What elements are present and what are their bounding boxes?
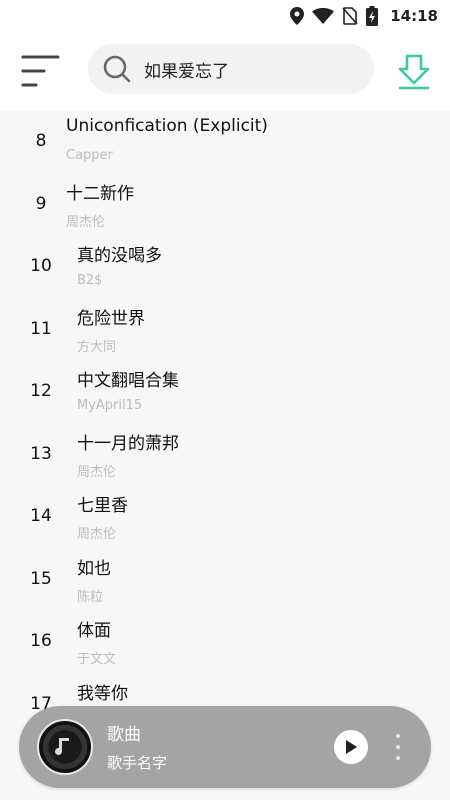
song-title: 七里香	[77, 496, 128, 516]
song-title: 真的没喝多	[77, 246, 162, 266]
song-row[interactable]: 9 十二新作 周杰伦	[0, 173, 450, 236]
header: 如果爱忘了	[0, 32, 450, 110]
player-artist: 歌手名字	[107, 754, 168, 772]
song-index: 9	[35, 193, 47, 214]
song-artist: Capper	[66, 148, 113, 163]
download-button[interactable]	[394, 52, 434, 92]
song-index: 15	[30, 568, 52, 589]
song-row[interactable]: 16 体面 于文文	[0, 610, 450, 673]
song-title: 危险世界	[77, 308, 145, 329]
no-sim-icon	[342, 7, 358, 25]
location-icon	[290, 7, 305, 25]
song-row[interactable]: 14 七里香 周杰伦	[0, 485, 450, 548]
song-index: 10	[30, 256, 52, 276]
song-row[interactable]: 12 中文翻唱合集 MyApril15	[0, 360, 450, 423]
song-list: 8 Uniconfication (Explicit) Capper 9 十二新…	[0, 110, 450, 800]
search-icon	[103, 55, 131, 83]
search-input[interactable]: 如果爱忘了	[88, 44, 374, 94]
song-index: 8	[35, 131, 47, 151]
song-index: 11	[30, 318, 52, 339]
play-button[interactable]	[334, 730, 368, 764]
battery-charging-icon	[366, 6, 379, 26]
song-index: 12	[30, 381, 52, 401]
song-title: Uniconfication (Explicit)	[66, 116, 268, 136]
status-time: 14:18	[390, 7, 438, 25]
song-index: 13	[30, 443, 52, 464]
music-note-icon	[55, 738, 69, 755]
song-artist: B2$	[77, 273, 103, 288]
song-row[interactable]: 15 如也 陈粒	[0, 548, 450, 611]
more-vertical-icon	[396, 734, 400, 738]
song-title: 十二新作	[66, 183, 134, 204]
menu-icon	[21, 55, 60, 87]
player-song-title: 歌曲	[107, 725, 141, 745]
song-artist: 周杰伦	[66, 214, 106, 230]
menu-button[interactable]	[20, 54, 62, 88]
song-artist: 于文文	[77, 652, 117, 667]
song-title: 十一月的萧邦	[77, 433, 179, 454]
app-root: 14:18 如果爱忘了 8 Uniconfication (Explicit) …	[0, 0, 450, 800]
album-disc[interactable]	[37, 719, 93, 775]
search-query: 如果爱忘了	[144, 61, 229, 82]
song-index: 16	[30, 631, 52, 651]
song-title: 如也	[77, 558, 111, 579]
song-index: 14	[30, 506, 52, 526]
song-title: 中文翻唱合集	[77, 371, 179, 391]
song-row[interactable]: 11 危险世界 方大同	[0, 298, 450, 361]
song-row[interactable]: 13 十一月的萧邦 周杰伦	[0, 423, 450, 486]
song-artist: MyApril15	[77, 398, 143, 413]
song-artist: 周杰伦	[77, 464, 117, 480]
more-button[interactable]	[391, 730, 405, 764]
song-artist: 陈粒	[77, 589, 104, 605]
song-row[interactable]: 10 真的没喝多 B2$	[0, 235, 450, 298]
song-title: 我等你	[77, 683, 128, 704]
wifi-icon	[312, 8, 335, 24]
song-artist: 周杰伦	[77, 527, 117, 542]
status-bar: 14:18	[0, 0, 450, 32]
song-artist: 方大同	[77, 339, 117, 355]
mini-player[interactable]: 歌曲 歌手名字	[19, 706, 431, 788]
song-title: 体面	[77, 621, 111, 641]
play-icon	[346, 740, 357, 754]
download-icon	[398, 54, 430, 90]
song-row[interactable]: 8 Uniconfication (Explicit) Capper	[0, 110, 450, 173]
